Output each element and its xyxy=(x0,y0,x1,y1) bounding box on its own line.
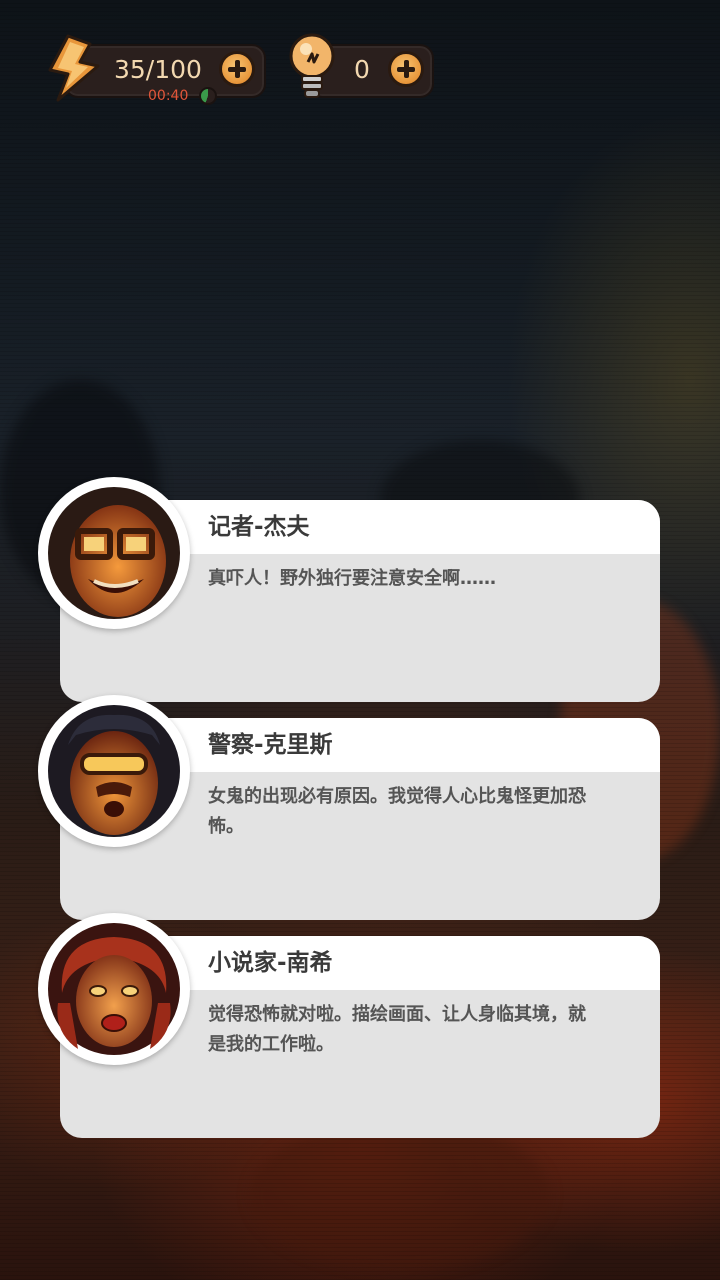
add-hint-button[interactable] xyxy=(388,51,424,87)
dialogue-text: 女鬼的出现必有原因。我觉得人心比鬼怪更加恐怖。 xyxy=(208,786,586,837)
speaker-name: 警察-克里斯 xyxy=(208,732,333,758)
police-avatar xyxy=(38,695,190,847)
novelist-avatar xyxy=(38,913,190,1065)
energy-refill-timer: 00:40 xyxy=(148,88,189,104)
reporter-avatar xyxy=(38,477,190,629)
reporter-portrait-icon xyxy=(48,487,180,619)
dialogue-text: 觉得恐怖就对啦。描绘画面、让人身临其境，就是我的工作啦。 xyxy=(208,1004,586,1055)
energy-count: 35/100 xyxy=(114,55,202,84)
speaker-name: 记者-杰夫 xyxy=(208,514,310,540)
novelist-portrait-icon xyxy=(48,923,180,1055)
police-portrait-icon xyxy=(48,705,180,837)
dialogue-text: 真吓人！野外独行要注意安全啊…… xyxy=(208,568,496,589)
lightbulb-icon xyxy=(289,33,335,98)
add-energy-button[interactable] xyxy=(219,51,255,87)
speaker-name: 小说家-南希 xyxy=(208,950,333,976)
lightning-bolt-icon xyxy=(48,34,100,102)
hint-count: 0 xyxy=(354,55,370,84)
timer-progress-icon xyxy=(199,87,217,105)
